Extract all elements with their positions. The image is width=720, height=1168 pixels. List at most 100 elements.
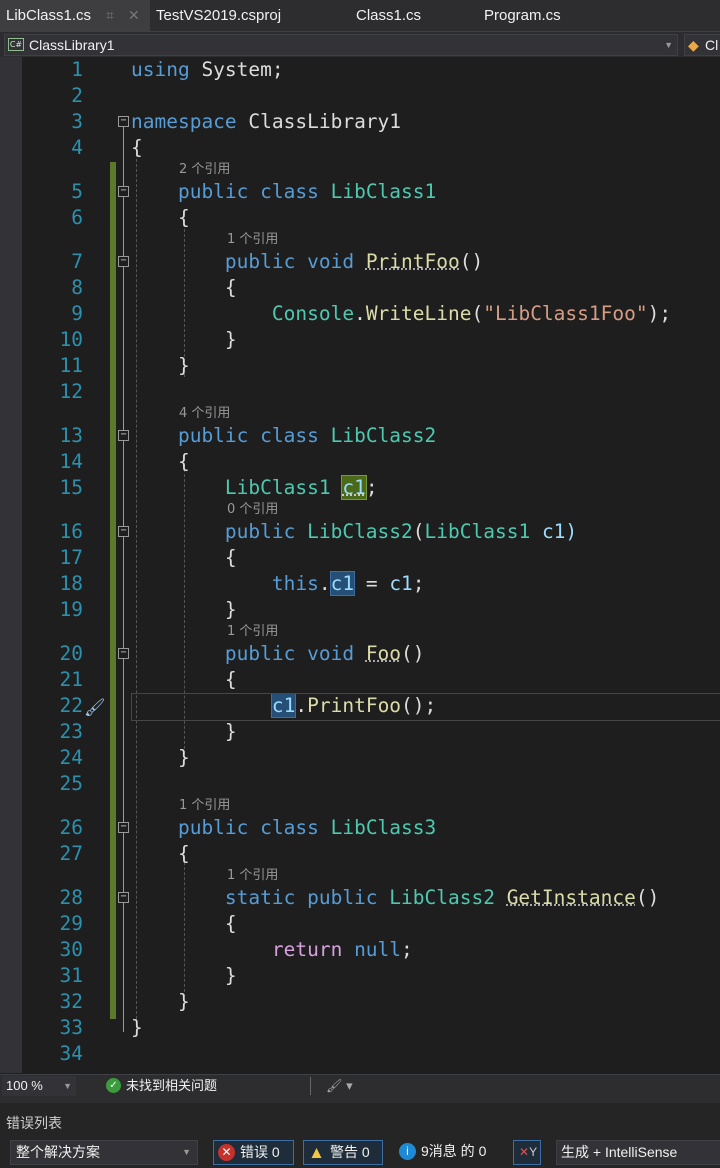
messages-filter-button[interactable]: i 9消息 的 0 xyxy=(395,1140,505,1165)
code-line[interactable]: 19 } xyxy=(0,597,720,623)
codelens-references[interactable]: 1 个引用 xyxy=(0,867,720,885)
code-line[interactable]: 25 xyxy=(0,771,720,797)
source-dropdown[interactable]: 生成 + IntelliSense xyxy=(556,1140,720,1165)
tab-class1[interactable]: Class1.cs xyxy=(350,0,478,31)
code-line[interactable]: 21 { xyxy=(0,667,720,693)
codelens-references[interactable]: 0 个引用 xyxy=(0,501,720,519)
code-editor[interactable]: 1 using System; 2 3− namespace ClassLibrary1… xyxy=(0,57,720,1073)
code-text: } xyxy=(131,719,237,745)
codelens-references[interactable]: 1 个引用 xyxy=(0,623,720,641)
collapse-icon[interactable]: − xyxy=(118,648,129,659)
line-number: 16 xyxy=(59,520,83,543)
code-line[interactable]: 1 using System; xyxy=(0,57,720,83)
code-line[interactable]: 34 xyxy=(0,1041,720,1067)
code-line[interactable]: 30 return null; xyxy=(0,937,720,963)
tab-testvs2019-csproj[interactable]: TestVS2019.csproj xyxy=(150,0,350,31)
code-line[interactable]: 28 − static public LibClass2 GetInstance(… xyxy=(0,885,720,911)
warnings-count: 警告 0 xyxy=(330,1144,370,1160)
errors-filter-button[interactable]: ✕ 错误 0 xyxy=(213,1140,294,1165)
line-number: 11 xyxy=(59,354,83,377)
code-line[interactable]: 3 − namespace ClassLibrary1 xyxy=(0,109,720,135)
warnings-filter-button[interactable]: ▲ 警告 0 xyxy=(303,1140,383,1165)
reference-count[interactable]: 1 个引用 xyxy=(227,623,278,641)
reference-count[interactable]: 4 个引用 xyxy=(179,405,230,423)
line-number: 30 xyxy=(59,938,83,961)
collapse-icon[interactable]: − xyxy=(118,256,129,267)
code-line[interactable]: 6 { xyxy=(0,205,720,231)
collapse-icon[interactable]: − xyxy=(118,186,129,197)
reference-count[interactable]: 1 个引用 xyxy=(227,867,278,885)
code-text: Console.WriteLine("LibClass1Foo"); xyxy=(131,301,671,327)
tab-program[interactable]: Program.cs xyxy=(478,0,567,31)
code-line[interactable]: 14 { xyxy=(0,449,720,475)
code-line[interactable]: 8 { xyxy=(0,275,720,301)
code-token: public void xyxy=(131,642,366,665)
project-dropdown[interactable]: C# ClassLibrary1 ▼ xyxy=(4,34,678,56)
issues-status[interactable]: 未找到相关问题 xyxy=(126,1075,217,1097)
code-line[interactable]: 29 { xyxy=(0,911,720,937)
code-cleanup-brush-icon[interactable]: 🖌 ▾ xyxy=(326,1075,353,1097)
code-line[interactable]: 9 Console.WriteLine("LibClass1Foo"); xyxy=(0,301,720,327)
close-icon[interactable]: ✕ xyxy=(128,0,140,31)
navigation-bar: C# ClassLibrary1 ▼ ◆ Cl xyxy=(0,31,720,57)
code-token: LibClass2 xyxy=(330,424,437,447)
reference-count[interactable]: 1 个引用 xyxy=(179,797,230,815)
codelens-references[interactable]: 1 个引用 xyxy=(0,797,720,815)
code-line[interactable]: 2 xyxy=(0,83,720,109)
code-text: { xyxy=(131,841,190,867)
line-number: 34 xyxy=(59,1042,83,1065)
code-token: = xyxy=(354,572,390,595)
quick-actions-brush-icon[interactable]: 🖌 xyxy=(84,695,106,721)
code-token: ; xyxy=(365,476,378,499)
check-circle-icon: ✓ xyxy=(106,1078,121,1093)
code-line[interactable]: 17 { xyxy=(0,545,720,571)
code-token: } xyxy=(131,598,237,621)
code-token: null xyxy=(354,938,402,961)
pin-icon[interactable]: ⌗ xyxy=(106,0,114,31)
scope-dropdown[interactable]: 整个解决方案 ▼ xyxy=(10,1140,198,1165)
line-number: 4 xyxy=(71,136,83,159)
code-line[interactable]: 33} xyxy=(0,1015,720,1041)
code-line[interactable]: 26 − public class LibClass3 xyxy=(0,815,720,841)
code-line[interactable]: 22 🖌 c1.PrintFoo(); xyxy=(0,693,720,721)
code-line[interactable]: 7 − public void PrintFoo() xyxy=(0,249,720,275)
collapse-icon[interactable]: − xyxy=(118,430,129,441)
line-number: 7 xyxy=(71,250,83,273)
code-line[interactable]: 23 } xyxy=(0,719,720,745)
clear-filter-button[interactable]: ✕Y xyxy=(513,1140,541,1165)
reference-count[interactable]: 2 个引用 xyxy=(179,161,230,179)
code-line[interactable]: 18 this.c1 = c1; xyxy=(0,571,720,597)
code-line[interactable]: 31 } xyxy=(0,963,720,989)
code-line[interactable]: 32 } xyxy=(0,989,720,1015)
collapse-icon[interactable]: − xyxy=(118,822,129,833)
code-token: public xyxy=(131,520,308,543)
code-line[interactable]: 10 } xyxy=(0,327,720,353)
code-line[interactable]: 20 − public void Foo() xyxy=(0,641,720,667)
tab-label: LibClass1.cs xyxy=(6,7,92,24)
code-text: { xyxy=(131,205,190,231)
code-token: { xyxy=(131,546,237,569)
codelens-references[interactable]: 4 个引用 xyxy=(0,405,720,423)
error-list-panel: 错误列表 整个解决方案 ▼ ✕ 错误 0 ▲ 警告 0 i 9消息 的 0 ✕Y 生成 … xyxy=(0,1097,720,1168)
code-line[interactable]: 24 } xyxy=(0,745,720,771)
code-token: } xyxy=(131,1016,143,1039)
code-line[interactable]: 4{ xyxy=(0,135,720,161)
collapse-icon[interactable]: − xyxy=(118,116,129,127)
code-line[interactable]: 5 − public class LibClass1 xyxy=(0,179,720,205)
collapse-icon[interactable]: − xyxy=(118,526,129,537)
code-line[interactable]: 15 LibClass1 c1; xyxy=(0,475,720,501)
reference-count[interactable]: 1 个引用 xyxy=(227,231,278,249)
code-line[interactable]: 12 xyxy=(0,379,720,405)
code-line[interactable]: 13 − public class LibClass2 xyxy=(0,423,720,449)
code-line[interactable]: 16 − public LibClass2(LibClass1 c1) xyxy=(0,519,720,545)
type-dropdown[interactable]: ◆ Cl xyxy=(684,34,720,56)
code-line[interactable]: 27 { xyxy=(0,841,720,867)
codelens-references[interactable]: 2 个引用 xyxy=(0,161,720,179)
tab-libclass1[interactable]: LibClass1.cs ⌗ ✕ xyxy=(0,0,150,31)
panel-title: 错误列表 xyxy=(6,1115,62,1131)
code-line[interactable]: 11 } xyxy=(0,353,720,379)
collapse-icon[interactable]: − xyxy=(118,892,129,903)
reference-count[interactable]: 0 个引用 xyxy=(227,501,278,519)
codelens-references[interactable]: 1 个引用 xyxy=(0,231,720,249)
zoom-dropdown[interactable]: 100 % ▼ xyxy=(2,1076,76,1096)
